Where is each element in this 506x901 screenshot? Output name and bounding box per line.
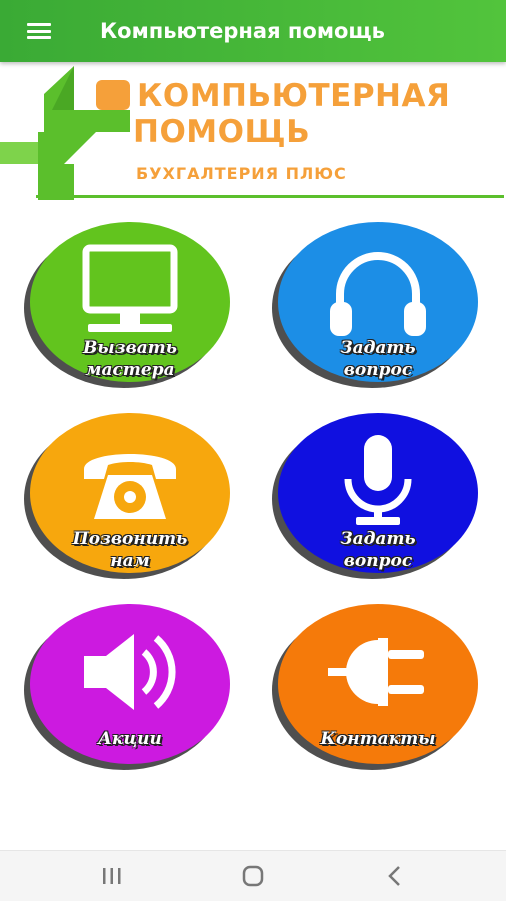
system-navigation-bar [0,850,506,901]
ask-question-headphones-button[interactable]: Задать вопрос [278,222,478,382]
call-technician-label: Вызвать мастера [83,338,177,380]
promotions-label: Акции [98,729,162,749]
logo-underline [36,195,504,198]
logo-plus-mark-icon [0,66,130,200]
back-icon [388,866,400,886]
recents-icon [103,868,121,884]
app-title: Компьютерная помощь [100,19,385,43]
ask-question-label: Задать вопрос [340,338,416,380]
app-bar: Компьютерная помощь [0,0,506,62]
company-logo-banner: КОМПЬЮТЕРНАЯ ПОМОЩЬ БУХГАЛТЕРИЯ ПЛЮС [0,66,506,202]
plug-icon [328,638,424,706]
call-technician-button[interactable]: Вызвать мастера [30,222,230,382]
microphone-icon [344,435,412,525]
home-button[interactable] [238,864,268,888]
menu-button[interactable] [0,0,78,62]
contacts-button[interactable]: Контакты [278,604,478,764]
logo-subtitle: БУХГАЛТЕРИЯ ПЛЮС [136,164,347,183]
logo-title-line2: ПОМОЩЬ [133,114,311,150]
headphones-icon [330,252,426,336]
call-us-label: Позвонить нам [72,529,188,571]
ask-question-label: Задать вопрос [340,529,416,571]
home-icon [242,865,264,887]
monitor-icon [82,244,178,332]
promotions-button[interactable]: Акции [30,604,230,764]
ask-question-microphone-button[interactable]: Задать вопрос [278,413,478,573]
logo-title-line1: КОМПЬЮТЕРНАЯ [137,78,451,114]
recents-button[interactable] [97,864,127,888]
hamburger-menu-icon [27,23,51,39]
call-us-button[interactable]: Позвонить нам [30,413,230,573]
back-button[interactable] [380,864,410,888]
telephone-icon [84,454,176,519]
speaker-icon [84,634,176,710]
contacts-label: Контакты [320,729,436,749]
